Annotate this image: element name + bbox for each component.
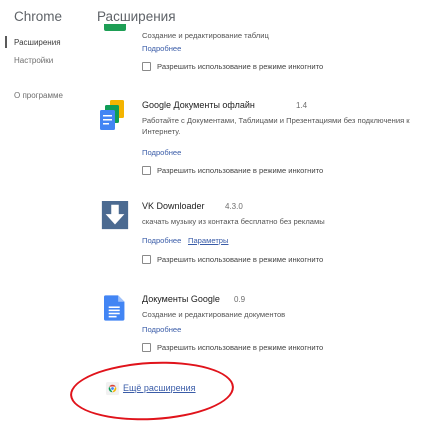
extension-description: Создание и редактирование таблиц [142, 31, 269, 40]
google-docs-icon [104, 295, 125, 321]
incognito-checkbox[interactable] [142, 343, 151, 352]
extension-name: Документы Google [142, 294, 220, 304]
sidebar-item-about[interactable]: О программе [14, 91, 63, 100]
details-link[interactable]: Подробнее [142, 325, 181, 334]
page-title: Расширения [97, 9, 176, 24]
extension-version: 4.3.0 [225, 202, 243, 211]
details-link[interactable]: Подробнее [142, 236, 181, 245]
incognito-label: Разрешить использование в режиме инкогни… [157, 166, 324, 175]
options-link[interactable]: Параметры [188, 236, 228, 245]
main-content: Расширения Создание и редактирование таб… [78, 0, 434, 420]
incognito-label: Разрешить использование в режиме инкогни… [157, 62, 324, 71]
details-link[interactable]: Подробнее [142, 148, 181, 157]
extension-description: Создание и редактирование документов [142, 310, 286, 319]
sidebar: Chrome Расширения Настройки О программе [0, 0, 78, 420]
sidebar-item-extensions[interactable]: Расширения [14, 38, 61, 47]
extension-name: Google Документы офлайн [142, 100, 255, 110]
incognito-checkbox[interactable] [142, 62, 151, 71]
incognito-option: Разрешить использование в режиме инкогни… [142, 343, 323, 352]
app-title: Chrome [14, 9, 63, 24]
download-arrow-icon [101, 201, 129, 230]
incognito-label: Разрешить использование в режиме инкогни… [157, 255, 324, 264]
extension-description: Работайте с Документами, Таблицами и Пре… [142, 116, 410, 136]
extension-name: VK Downloader [142, 201, 205, 211]
extension-version: 0.9 [234, 295, 246, 304]
sidebar-item-settings[interactable]: Настройки [14, 56, 53, 65]
extension-version: 1.4 [296, 101, 308, 110]
incognito-label: Разрешить использование в режиме инкогни… [157, 343, 324, 352]
docs-offline-icon [100, 100, 124, 130]
incognito-option: Разрешить использование в режиме инкогни… [142, 166, 323, 175]
sheets-icon [104, 24, 126, 31]
incognito-checkbox[interactable] [142, 166, 151, 175]
incognito-option: Разрешить использование в режиме инкогни… [142, 255, 323, 264]
extension-description: скачать музыку из контакта бесплатно без… [142, 217, 325, 226]
incognito-option: Разрешить использование в режиме инкогни… [142, 62, 323, 71]
active-indicator [5, 36, 7, 48]
details-link[interactable]: Подробнее [142, 44, 181, 53]
incognito-checkbox[interactable] [142, 255, 151, 264]
